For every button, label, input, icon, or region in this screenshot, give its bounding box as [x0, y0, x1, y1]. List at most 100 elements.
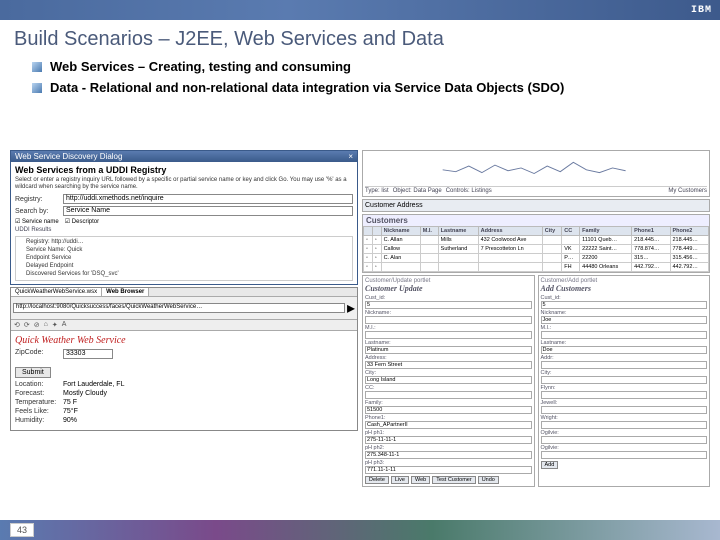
field-input[interactable]: [541, 436, 708, 444]
table-row[interactable]: ◦◦C. AllanMills432 Coolwood Ave11101 Que…: [364, 236, 709, 245]
field-input[interactable]: [541, 331, 708, 339]
tab-browser[interactable]: Web Browser: [102, 288, 149, 296]
chart-panel: Type: list Object: Data Page Controls: L…: [362, 150, 710, 197]
form-field: Family:51500: [365, 400, 532, 414]
field-input[interactable]: 51500: [365, 406, 532, 414]
form-button[interactable]: Test Customer: [432, 476, 475, 484]
tree-item[interactable]: Delayed Endpoint: [18, 263, 350, 271]
page-number: 43: [10, 523, 34, 537]
results-label: UDDI Results: [15, 227, 353, 233]
field-input[interactable]: [365, 316, 532, 324]
field-input[interactable]: 33 Fern Street: [365, 361, 532, 369]
bullet-icon: [32, 83, 42, 93]
fwd-icon[interactable]: ⟳: [24, 321, 30, 329]
go-icon[interactable]: ▸: [347, 298, 355, 318]
bullet-text: Web Services – Creating, testing and con…: [50, 59, 351, 74]
tab-wsx[interactable]: QuickWeatherWebService.wsx: [11, 288, 102, 296]
browser-tabs: QuickWeatherWebService.wsx Web Browser: [11, 288, 357, 297]
bullet-item: Web Services – Creating, testing and con…: [32, 59, 706, 74]
field-input[interactable]: [541, 361, 708, 369]
form-title: Customer Update: [365, 284, 532, 293]
dialog-titlebar: Web Service Discovery Dialog ×: [11, 151, 357, 162]
tree-item[interactable]: Endpoint Service: [18, 255, 350, 263]
form-button[interactable]: Add: [541, 461, 559, 469]
w-label: Location:: [15, 381, 63, 388]
form-button[interactable]: Live: [391, 476, 409, 484]
ibm-logo: IBM: [691, 5, 712, 16]
form-field: M.I.:: [541, 325, 708, 339]
field-input[interactable]: [541, 406, 708, 414]
close-icon[interactable]: ×: [348, 152, 353, 161]
browser-panel: QuickWeatherWebService.wsx Web Browser h…: [10, 287, 358, 431]
form-field: Lastname:Platinum: [365, 340, 532, 354]
form-button[interactable]: Undo: [478, 476, 499, 484]
field-input[interactable]: 275.348-11-1: [365, 451, 532, 459]
url-input[interactable]: http://localhost:9080/Quicksuccess/faces…: [13, 303, 345, 313]
w-label: Temperature:: [15, 399, 63, 406]
field-input[interactable]: [541, 376, 708, 384]
chart-tab[interactable]: Object: Data Page: [393, 188, 442, 194]
home-icon[interactable]: ⌂: [44, 321, 48, 329]
form-button[interactable]: Web: [411, 476, 430, 484]
chk-servicename[interactable]: ☑ Service name: [15, 218, 59, 225]
submit-button[interactable]: Submit: [15, 367, 51, 378]
field-input[interactable]: Cash_APartnerII: [365, 421, 532, 429]
searchby-input[interactable]: Service Name: [63, 206, 353, 216]
chart-tab[interactable]: Controls: Listings: [446, 188, 492, 194]
field-input[interactable]: [541, 391, 708, 399]
form-field: Ogilvie:: [541, 445, 708, 459]
bullet-list: Web Services – Creating, testing and con…: [0, 59, 720, 95]
add-form: Customer/Add portlet Add Customers Cust_…: [538, 275, 711, 487]
field-input[interactable]: 5: [365, 301, 532, 309]
form-field: Address:33 Fern Street: [365, 355, 532, 369]
customers-table-panel: Customers Nickname M.I. Lastname Address…: [362, 214, 710, 273]
form-field: Cust_id:5: [541, 295, 708, 309]
customers-heading: Customers: [363, 215, 709, 226]
field-input[interactable]: [541, 451, 708, 459]
field-input[interactable]: Platinum: [365, 346, 532, 354]
form-field: Wright:: [541, 415, 708, 429]
back-icon[interactable]: ⟲: [14, 321, 20, 329]
uddi-intro: Select or enter a registry inquiry URL f…: [15, 177, 353, 191]
field-input[interactable]: 771.11-1-11: [365, 466, 532, 474]
screenshot-collage: Web Service Discovery Dialog × Web Servi…: [10, 150, 710, 510]
field-input[interactable]: Long Island: [365, 376, 532, 384]
zip-input[interactable]: 33303: [63, 349, 113, 359]
fav-icon[interactable]: ✦: [52, 321, 58, 329]
table-row[interactable]: ◦◦CallowSutherland7 Prescotteton LnVK222…: [364, 245, 709, 254]
registry-input[interactable]: http://uddi.xmethods.net/inquire: [63, 194, 353, 204]
form-field: City:Long Island: [365, 370, 532, 384]
stop-icon[interactable]: ⊘: [34, 321, 40, 329]
form-field: Phone1:Cash_APartnerII: [365, 415, 532, 429]
form-field: M.I.:: [365, 325, 532, 339]
w-label: Humidity:: [15, 417, 63, 424]
form-field: Cust_id:5: [365, 295, 532, 309]
tree-item[interactable]: Service Name: Quick: [18, 247, 350, 255]
searchby-label: Search by:: [15, 208, 63, 215]
field-input[interactable]: 5: [541, 301, 708, 309]
field-input[interactable]: 275-11-11-1: [365, 436, 532, 444]
address-bar: Customer Address: [362, 199, 710, 212]
w-val: Fort Lauderdale, FL: [63, 381, 124, 388]
field-input[interactable]: [365, 391, 532, 399]
footer-bar: [0, 520, 720, 540]
field-input[interactable]: [541, 421, 708, 429]
table-row[interactable]: ◦◦C. AlanP…22200315…315.456…: [364, 254, 709, 263]
field-input[interactable]: [365, 331, 532, 339]
header-bar: IBM: [0, 0, 720, 20]
uddi-dialog: Web Service Discovery Dialog × Web Servi…: [10, 150, 358, 285]
uddi-results-tree[interactable]: Registry: http://uddi… Service Name: Qui…: [15, 236, 353, 281]
field-input[interactable]: Doe: [541, 346, 708, 354]
customers-table: Nickname M.I. Lastname Address City CC F…: [363, 226, 709, 272]
w-label: Forecast:: [15, 390, 63, 397]
table-row[interactable]: ◦◦FH44480 Orleans442.792…442.792…: [364, 263, 709, 272]
font-icon[interactable]: A: [62, 321, 67, 329]
tree-item[interactable]: Registry: http://uddi…: [18, 239, 350, 247]
tree-item[interactable]: Discovered Services for 'DSQ_svc': [18, 271, 350, 279]
chart-tab[interactable]: My Customers: [668, 188, 707, 194]
chk-descriptor[interactable]: ☑ Descriptor: [65, 218, 99, 225]
field-input[interactable]: Joe: [541, 316, 708, 324]
form-button[interactable]: Delete: [365, 476, 389, 484]
uddi-heading: Web Services from a UDDI Registry: [15, 165, 353, 175]
chart-tab[interactable]: Type: list: [365, 188, 389, 194]
